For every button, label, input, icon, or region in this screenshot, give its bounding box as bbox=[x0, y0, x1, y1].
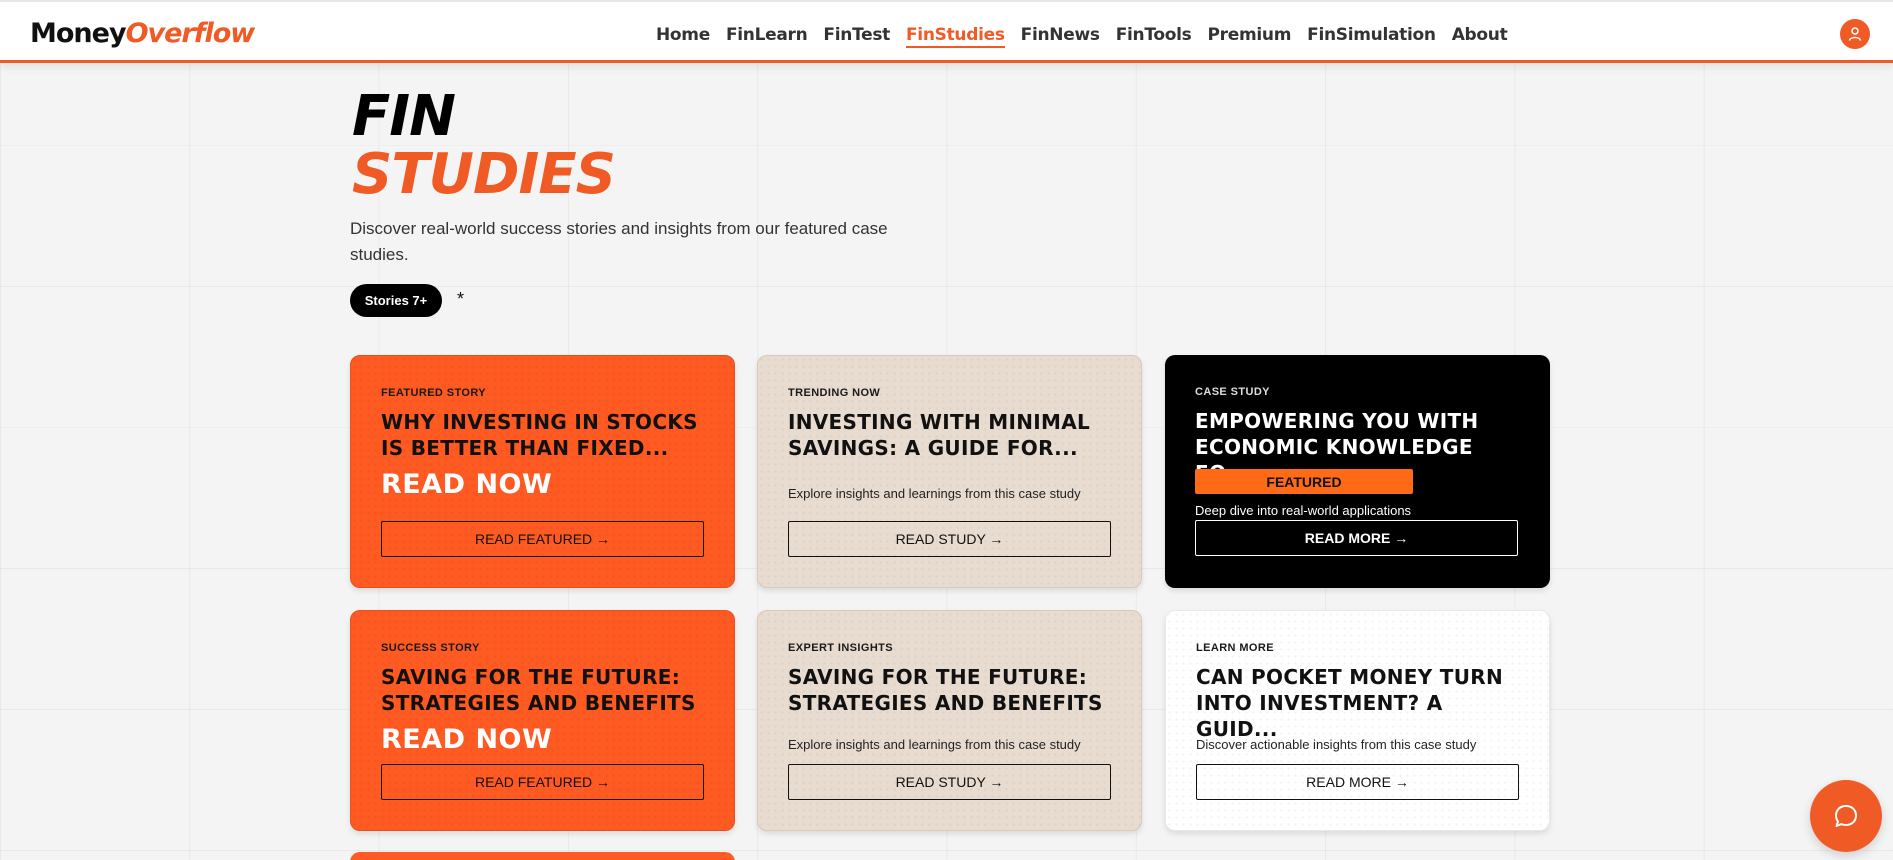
asterisk-mark: * bbox=[457, 289, 465, 309]
nav-item-finstudies[interactable]: FinStudies bbox=[905, 24, 1005, 48]
hero-title-line1: FIN bbox=[352, 84, 456, 149]
card-tag: EXPERT INSIGHTS bbox=[788, 642, 894, 654]
card-description: Explore insights and learnings from this… bbox=[788, 737, 1081, 752]
read-more-button[interactable]: READ MORE → bbox=[1196, 764, 1519, 800]
card-description: Deep dive into real-world applications bbox=[1195, 503, 1412, 518]
case-study-card[interactable]: EXPERT INSIGHTS SAVING FOR THE FUTURE: S… bbox=[757, 610, 1142, 831]
brand-logo[interactable]: MoneyOverflow bbox=[30, 18, 256, 50]
nav-item-fintools[interactable]: FinTools bbox=[1116, 24, 1192, 48]
user-icon bbox=[1848, 27, 1862, 41]
card-read-now-label: READ NOW bbox=[381, 469, 553, 500]
card-title: WHY INVESTING IN STOCKS IS BETTER THAN F… bbox=[381, 410, 698, 460]
read-study-button[interactable]: READ STUDY → bbox=[788, 764, 1111, 800]
case-study-card[interactable]: LEARN MORE CAN POCKET MONEY TURN INTO IN… bbox=[1165, 610, 1550, 831]
card-description: Explore insights and learnings from this… bbox=[788, 486, 1081, 501]
card-tag: LEARN MORE bbox=[1196, 642, 1274, 654]
hero-description: Discover real-world success stories and … bbox=[350, 219, 888, 264]
case-study-card[interactable]: FEATURED STORY WHY INVESTING IN STOCKS I… bbox=[350, 355, 735, 588]
read-featured-button[interactable]: READ FEATURED → bbox=[381, 764, 704, 800]
case-study-card-partial bbox=[350, 852, 735, 860]
card-description: Discover actionable insights from this c… bbox=[1196, 737, 1477, 752]
case-study-card[interactable]: CASE STUDY EMPOWERING YOU WITH ECONOMIC … bbox=[1165, 355, 1550, 588]
card-tag: TRENDING NOW bbox=[788, 387, 881, 399]
card-tag: SUCCESS STORY bbox=[381, 642, 480, 654]
main-nav: Home FinLearn FinTest FinStudies FinNews… bbox=[656, 24, 1523, 48]
card-title: SAVING FOR THE FUTURE: STRATEGIES AND BE… bbox=[381, 665, 696, 715]
stories-count-pill: Stories 7+ bbox=[350, 284, 442, 317]
card-title: INVESTING WITH MINIMAL SAVINGS: A GUIDE … bbox=[788, 410, 1091, 460]
card-tag: FEATURED STORY bbox=[381, 387, 487, 399]
nav-item-premium[interactable]: Premium bbox=[1207, 24, 1291, 48]
user-avatar-button[interactable] bbox=[1840, 19, 1870, 49]
card-title: SAVING FOR THE FUTURE: STRATEGIES AND BE… bbox=[788, 665, 1103, 715]
chat-bubble-icon bbox=[1835, 805, 1857, 827]
card-title: CAN POCKET MONEY TURN INTO INVESTMENT? A… bbox=[1196, 665, 1504, 741]
case-study-card[interactable]: TRENDING NOW INVESTING WITH MINIMAL SAVI… bbox=[757, 355, 1142, 588]
brand-logo-part1: Money bbox=[30, 18, 127, 49]
read-study-button[interactable]: READ STUDY → bbox=[788, 521, 1111, 557]
read-featured-button[interactable]: READ FEATURED → bbox=[381, 521, 704, 557]
nav-item-fintest[interactable]: FinTest bbox=[823, 24, 890, 48]
read-more-button[interactable]: READ MORE → bbox=[1195, 520, 1518, 556]
case-study-card[interactable]: SUCCESS STORY SAVING FOR THE FUTURE: STR… bbox=[350, 610, 735, 831]
top-navbar: MoneyOverflow Home FinLearn FinTest FinS… bbox=[0, 0, 1893, 63]
featured-badge: FEATURED bbox=[1195, 469, 1413, 494]
brand-logo-part2: Overflow bbox=[125, 18, 256, 49]
nav-item-finlearn[interactable]: FinLearn bbox=[726, 24, 808, 48]
nav-item-about[interactable]: About bbox=[1452, 24, 1508, 48]
nav-item-finsimulation[interactable]: FinSimulation bbox=[1307, 24, 1436, 48]
nav-item-finnews[interactable]: FinNews bbox=[1021, 24, 1100, 48]
chat-button[interactable] bbox=[1810, 780, 1882, 852]
nav-item-home[interactable]: Home bbox=[656, 24, 710, 48]
hero-title-line2: STUDIES bbox=[352, 142, 616, 207]
card-tag: CASE STUDY bbox=[1195, 386, 1270, 398]
card-read-now-label: READ NOW bbox=[381, 724, 553, 755]
